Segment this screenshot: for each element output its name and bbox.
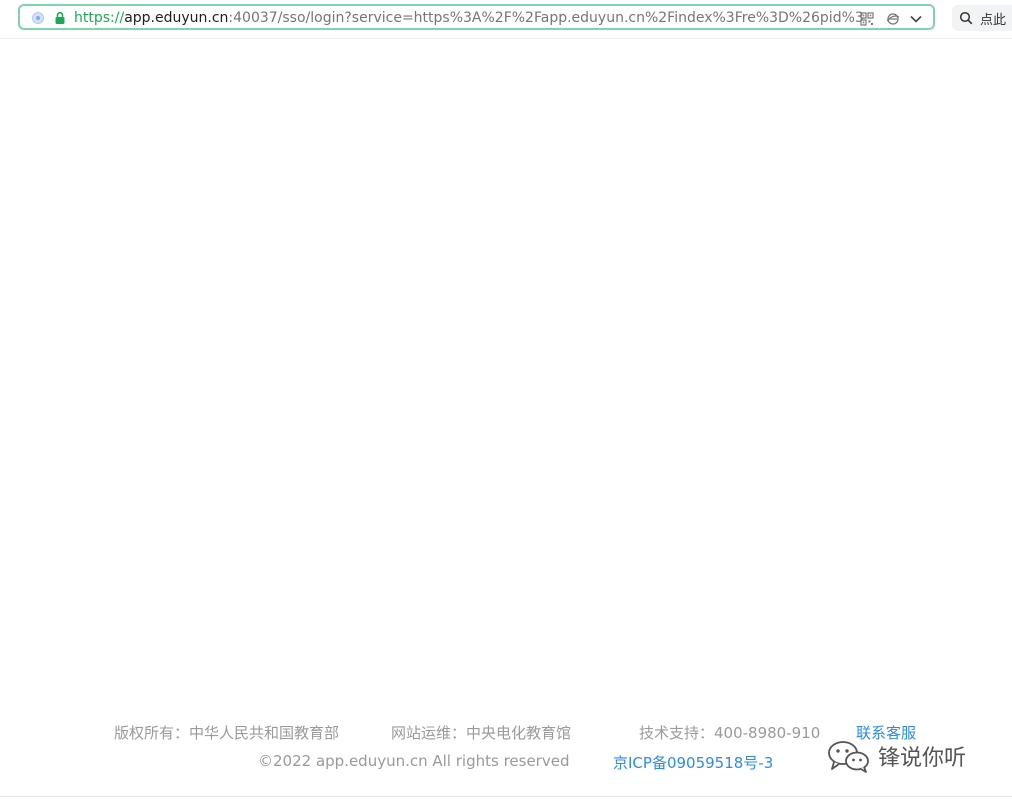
- copyright-owner: 版权所有：中华人民共和国教育部: [114, 724, 340, 742]
- rights-reserved: ©2022 app.eduyun.cn All rights reserved: [258, 752, 570, 770]
- wechat-icon: [828, 741, 869, 773]
- search-icon: [959, 11, 973, 25]
- site-info-icon[interactable]: [32, 12, 44, 24]
- tech-support: 技术支持：400-8980-910: [639, 724, 821, 742]
- url-text[interactable]: https://app.eduyun.cn:40037/sso/login?se…: [74, 9, 864, 27]
- wechat-watermark: 锋说你听: [826, 738, 966, 774]
- search-placeholder: 点此: [980, 13, 1007, 28]
- qr-code-icon[interactable]: [860, 12, 874, 26]
- chevron-down-icon[interactable]: [909, 12, 923, 26]
- site-operator: 网站运维：中央电化教育馆: [391, 724, 572, 742]
- url-scheme: https://: [74, 10, 125, 26]
- watermark-text: 锋说你听: [878, 746, 967, 771]
- url-host: app.eduyun.cn: [124, 10, 229, 26]
- bottom-divider: [0, 796, 1012, 797]
- search-box[interactable]: 点此: [952, 5, 1012, 31]
- url-path: :40037/sso/login?service=https%3A%2F%2Fa…: [228, 10, 864, 26]
- lock-icon: [55, 11, 65, 24]
- browser-toolbar: https://app.eduyun.cn:40037/sso/login?se…: [0, 0, 1012, 39]
- address-bar[interactable]: https://app.eduyun.cn:40037/sso/login?se…: [18, 4, 935, 30]
- icp-license-link[interactable]: 京ICP备09059518号-3: [613, 752, 773, 773]
- ie-mode-icon[interactable]: [886, 12, 900, 26]
